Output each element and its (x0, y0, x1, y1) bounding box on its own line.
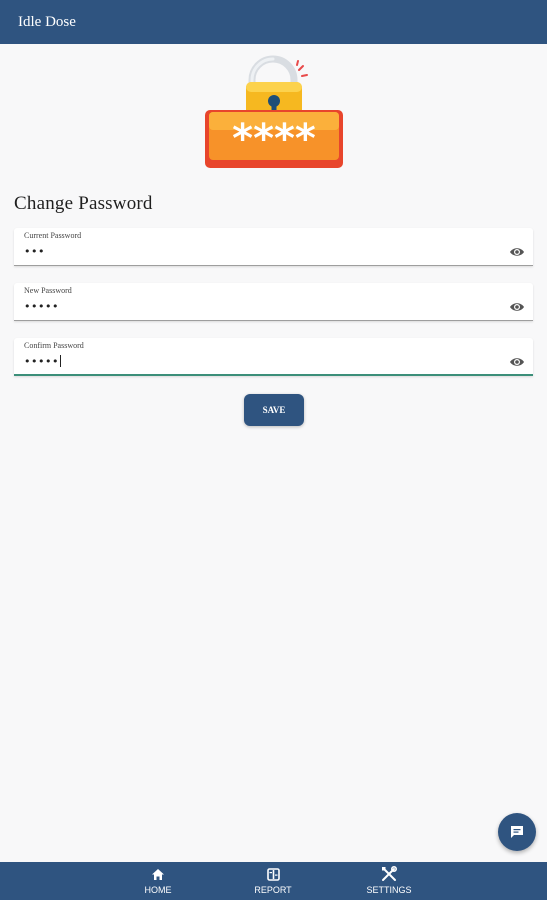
eye-icon[interactable] (509, 301, 525, 313)
nav-label-home: HOME (144, 885, 172, 895)
confirm-password-input-wrap[interactable]: ••••• (24, 355, 61, 368)
eye-icon[interactable] (509, 356, 525, 368)
nav-item-settings[interactable]: SETTINGS (363, 866, 415, 898)
chat-icon (511, 826, 523, 838)
password-lock-illustration: **** (205, 55, 343, 168)
new-password-label: New Password (24, 286, 72, 295)
chat-button[interactable] (498, 813, 536, 851)
bottom-navigation: HOME REPORT SETTINGS (0, 862, 547, 900)
nav-label-report: REPORT (254, 885, 292, 895)
nav-item-home[interactable]: HOME (143, 866, 173, 898)
nav-item-report[interactable]: REPORT (254, 866, 292, 898)
app-title: Idle Dose (18, 13, 76, 30)
new-password-value[interactable]: ••••• (24, 300, 59, 313)
report-icon (265, 866, 281, 882)
current-password-label: Current Password (24, 231, 82, 240)
new-password-field[interactable]: New Password ••••• (14, 283, 533, 321)
confirm-password-value[interactable]: ••••• (24, 355, 59, 368)
nav-label-settings: SETTINGS (366, 885, 412, 895)
home-icon (150, 866, 166, 882)
current-password-value[interactable]: ••• (24, 245, 45, 258)
eye-icon[interactable] (509, 246, 525, 258)
confirm-password-label: Confirm Password (24, 341, 84, 350)
masked-password-text: **** (232, 116, 316, 162)
settings-tools-icon (381, 866, 397, 882)
confirm-password-field[interactable]: Confirm Password ••••• (14, 338, 533, 376)
text-caret (59, 355, 61, 367)
app-bar: Idle Dose (0, 0, 547, 44)
current-password-field[interactable]: Current Password ••• (14, 228, 533, 266)
page-title: Change Password (14, 193, 153, 214)
save-button[interactable]: SAVE (244, 394, 304, 426)
